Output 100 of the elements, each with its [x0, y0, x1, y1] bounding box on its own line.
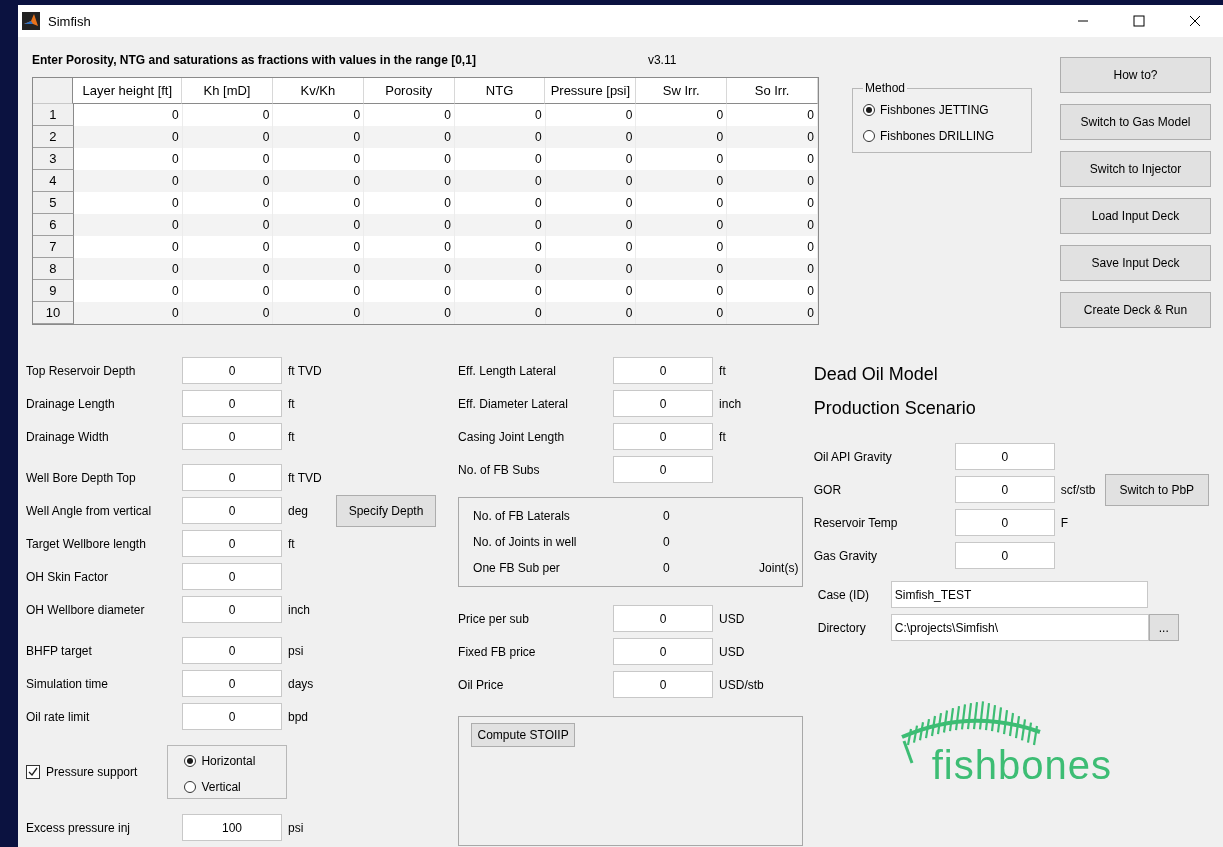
field-label: Target Wellbore length	[26, 536, 147, 551]
field-label: BHFP target	[26, 643, 93, 658]
unit-label: scf/stb	[1060, 482, 1097, 497]
unit-label: deg	[288, 503, 310, 518]
unit-label: days	[288, 676, 315, 691]
table-cell[interactable]: 0	[727, 302, 818, 324]
table-cell[interactable]: 0	[273, 302, 365, 324]
field-label: Gas Gravity	[813, 548, 879, 563]
field-label: Excess pressure inj	[26, 820, 132, 835]
unit-label: psi	[288, 820, 305, 835]
input-field[interactable]: 0	[182, 596, 282, 623]
field-label: Oil rate limit	[26, 709, 91, 724]
input-field[interactable]: 0	[182, 423, 282, 450]
checkbox[interactable]	[26, 765, 40, 779]
table-cell[interactable]: 0	[182, 302, 274, 324]
group-title: Method	[864, 81, 907, 95]
input-field[interactable]: 0	[613, 456, 714, 483]
specify-depth-button[interactable]: Specify Depth	[336, 494, 436, 527]
action-button[interactable]: Switch to Injector	[1060, 151, 1211, 187]
input-field[interactable]: 0	[613, 605, 714, 632]
input-field[interactable]: 0	[182, 357, 282, 384]
unit-label: psi	[288, 643, 305, 658]
input-field[interactable]: 100	[182, 814, 282, 841]
table-cell[interactable]: 0	[545, 302, 637, 324]
input-field[interactable]: 0	[954, 542, 1055, 569]
unit-label: USD/stb	[719, 677, 765, 692]
radio-button[interactable]	[863, 104, 875, 116]
input-field[interactable]: 0	[613, 357, 714, 384]
radio-button[interactable]	[863, 130, 875, 142]
unit-label: USD	[719, 611, 746, 626]
column-header: NTG	[454, 78, 546, 104]
field-label: Eff. Length Lateral	[458, 363, 557, 378]
input-field[interactable]: 0	[182, 497, 282, 524]
row-header: 4	[33, 170, 74, 192]
input-field[interactable]: 0	[182, 563, 282, 590]
input-field[interactable]: 0	[613, 671, 714, 698]
column-header: So Irr.	[727, 78, 818, 104]
unit-label: Joint(s)	[759, 561, 799, 575]
input-field[interactable]: 0	[613, 638, 714, 665]
compute-button[interactable]: Compute STOIIP	[471, 723, 576, 747]
input-field[interactable]: 0	[182, 530, 282, 557]
action-button[interactable]: Save Input Deck	[1060, 245, 1211, 281]
app-logo-icon	[22, 12, 40, 30]
column-header: Layer height [ft]	[73, 78, 183, 104]
unit-label: ft	[719, 429, 727, 444]
input-field[interactable]: 0	[182, 670, 282, 697]
action-button[interactable]: Load Input Deck	[1060, 198, 1211, 234]
switch-button[interactable]: Switch to PbP	[1104, 473, 1209, 506]
row-header: 5	[33, 192, 74, 214]
radio-button[interactable]	[184, 781, 197, 793]
field-label: Fixed FB price	[458, 644, 537, 659]
instructions-text: Enter Porosity, NTG and saturations as fractions with values in the range [0,1]	[32, 53, 476, 67]
input-field[interactable]: 0	[954, 509, 1055, 536]
window-title: Simfish	[48, 13, 91, 29]
radio-label: Horizontal	[201, 754, 256, 768]
input-field[interactable]: 0	[954, 443, 1055, 470]
action-button[interactable]: Switch to Gas Model	[1060, 104, 1211, 140]
field-label: Directory	[817, 620, 867, 635]
row-header: 10	[33, 302, 74, 324]
row-header: 2	[33, 126, 74, 148]
model-title: Dead Oil Model	[813, 362, 939, 386]
table-cell[interactable]: 0	[364, 302, 455, 324]
browse-button[interactable]: ...	[1148, 614, 1179, 641]
summary-value: 0	[663, 509, 671, 523]
radio-label: Vertical	[201, 780, 241, 794]
action-button[interactable]: Create Deck & Run	[1060, 292, 1211, 328]
unit-label: ft	[288, 396, 296, 411]
input-field[interactable]: 0	[182, 637, 282, 664]
column-header: Kv/Kh	[272, 78, 364, 104]
input-field[interactable]: Simfish_TEST	[890, 581, 1148, 608]
unit-label: bpd	[288, 709, 310, 724]
input-field[interactable]: 0	[954, 476, 1055, 503]
table-cell[interactable]: 0	[636, 302, 728, 324]
row-header: 9	[33, 280, 74, 302]
radio-button[interactable]	[184, 755, 197, 767]
action-button[interactable]: How to?	[1060, 57, 1211, 93]
field-label: Well Bore Depth Top	[26, 470, 137, 485]
field-label: Drainage Width	[26, 429, 110, 444]
summary-label: No. of Joints in well	[473, 535, 578, 549]
table-cell[interactable]: 0	[454, 302, 546, 324]
row-header: 7	[33, 236, 74, 258]
field-label: Reservoir Temp	[813, 515, 899, 530]
input-field[interactable]: C:\projects\Simfish\	[890, 614, 1149, 641]
unit-label: F	[1060, 515, 1070, 530]
row-header: 6	[33, 214, 74, 236]
field-label: Oil API Gravity	[813, 449, 893, 464]
input-field[interactable]: 0	[182, 464, 282, 491]
input-field[interactable]: 0	[182, 390, 282, 417]
unit-label: ft TVD	[288, 470, 323, 485]
radio-label: Fishbones DRILLING	[880, 129, 995, 143]
column-header: Sw Irr.	[636, 78, 728, 104]
unit-label: inch	[288, 602, 311, 617]
input-field[interactable]: 0	[613, 390, 714, 417]
field-label: Well Angle from vertical	[26, 503, 153, 518]
input-field[interactable]: 0	[613, 423, 714, 450]
field-label: Drainage Length	[26, 396, 116, 411]
input-field[interactable]: 0	[182, 703, 282, 730]
row-header: 1	[33, 104, 74, 126]
table-cell[interactable]: 0	[73, 302, 183, 324]
field-label: Top Reservoir Depth	[26, 363, 137, 378]
